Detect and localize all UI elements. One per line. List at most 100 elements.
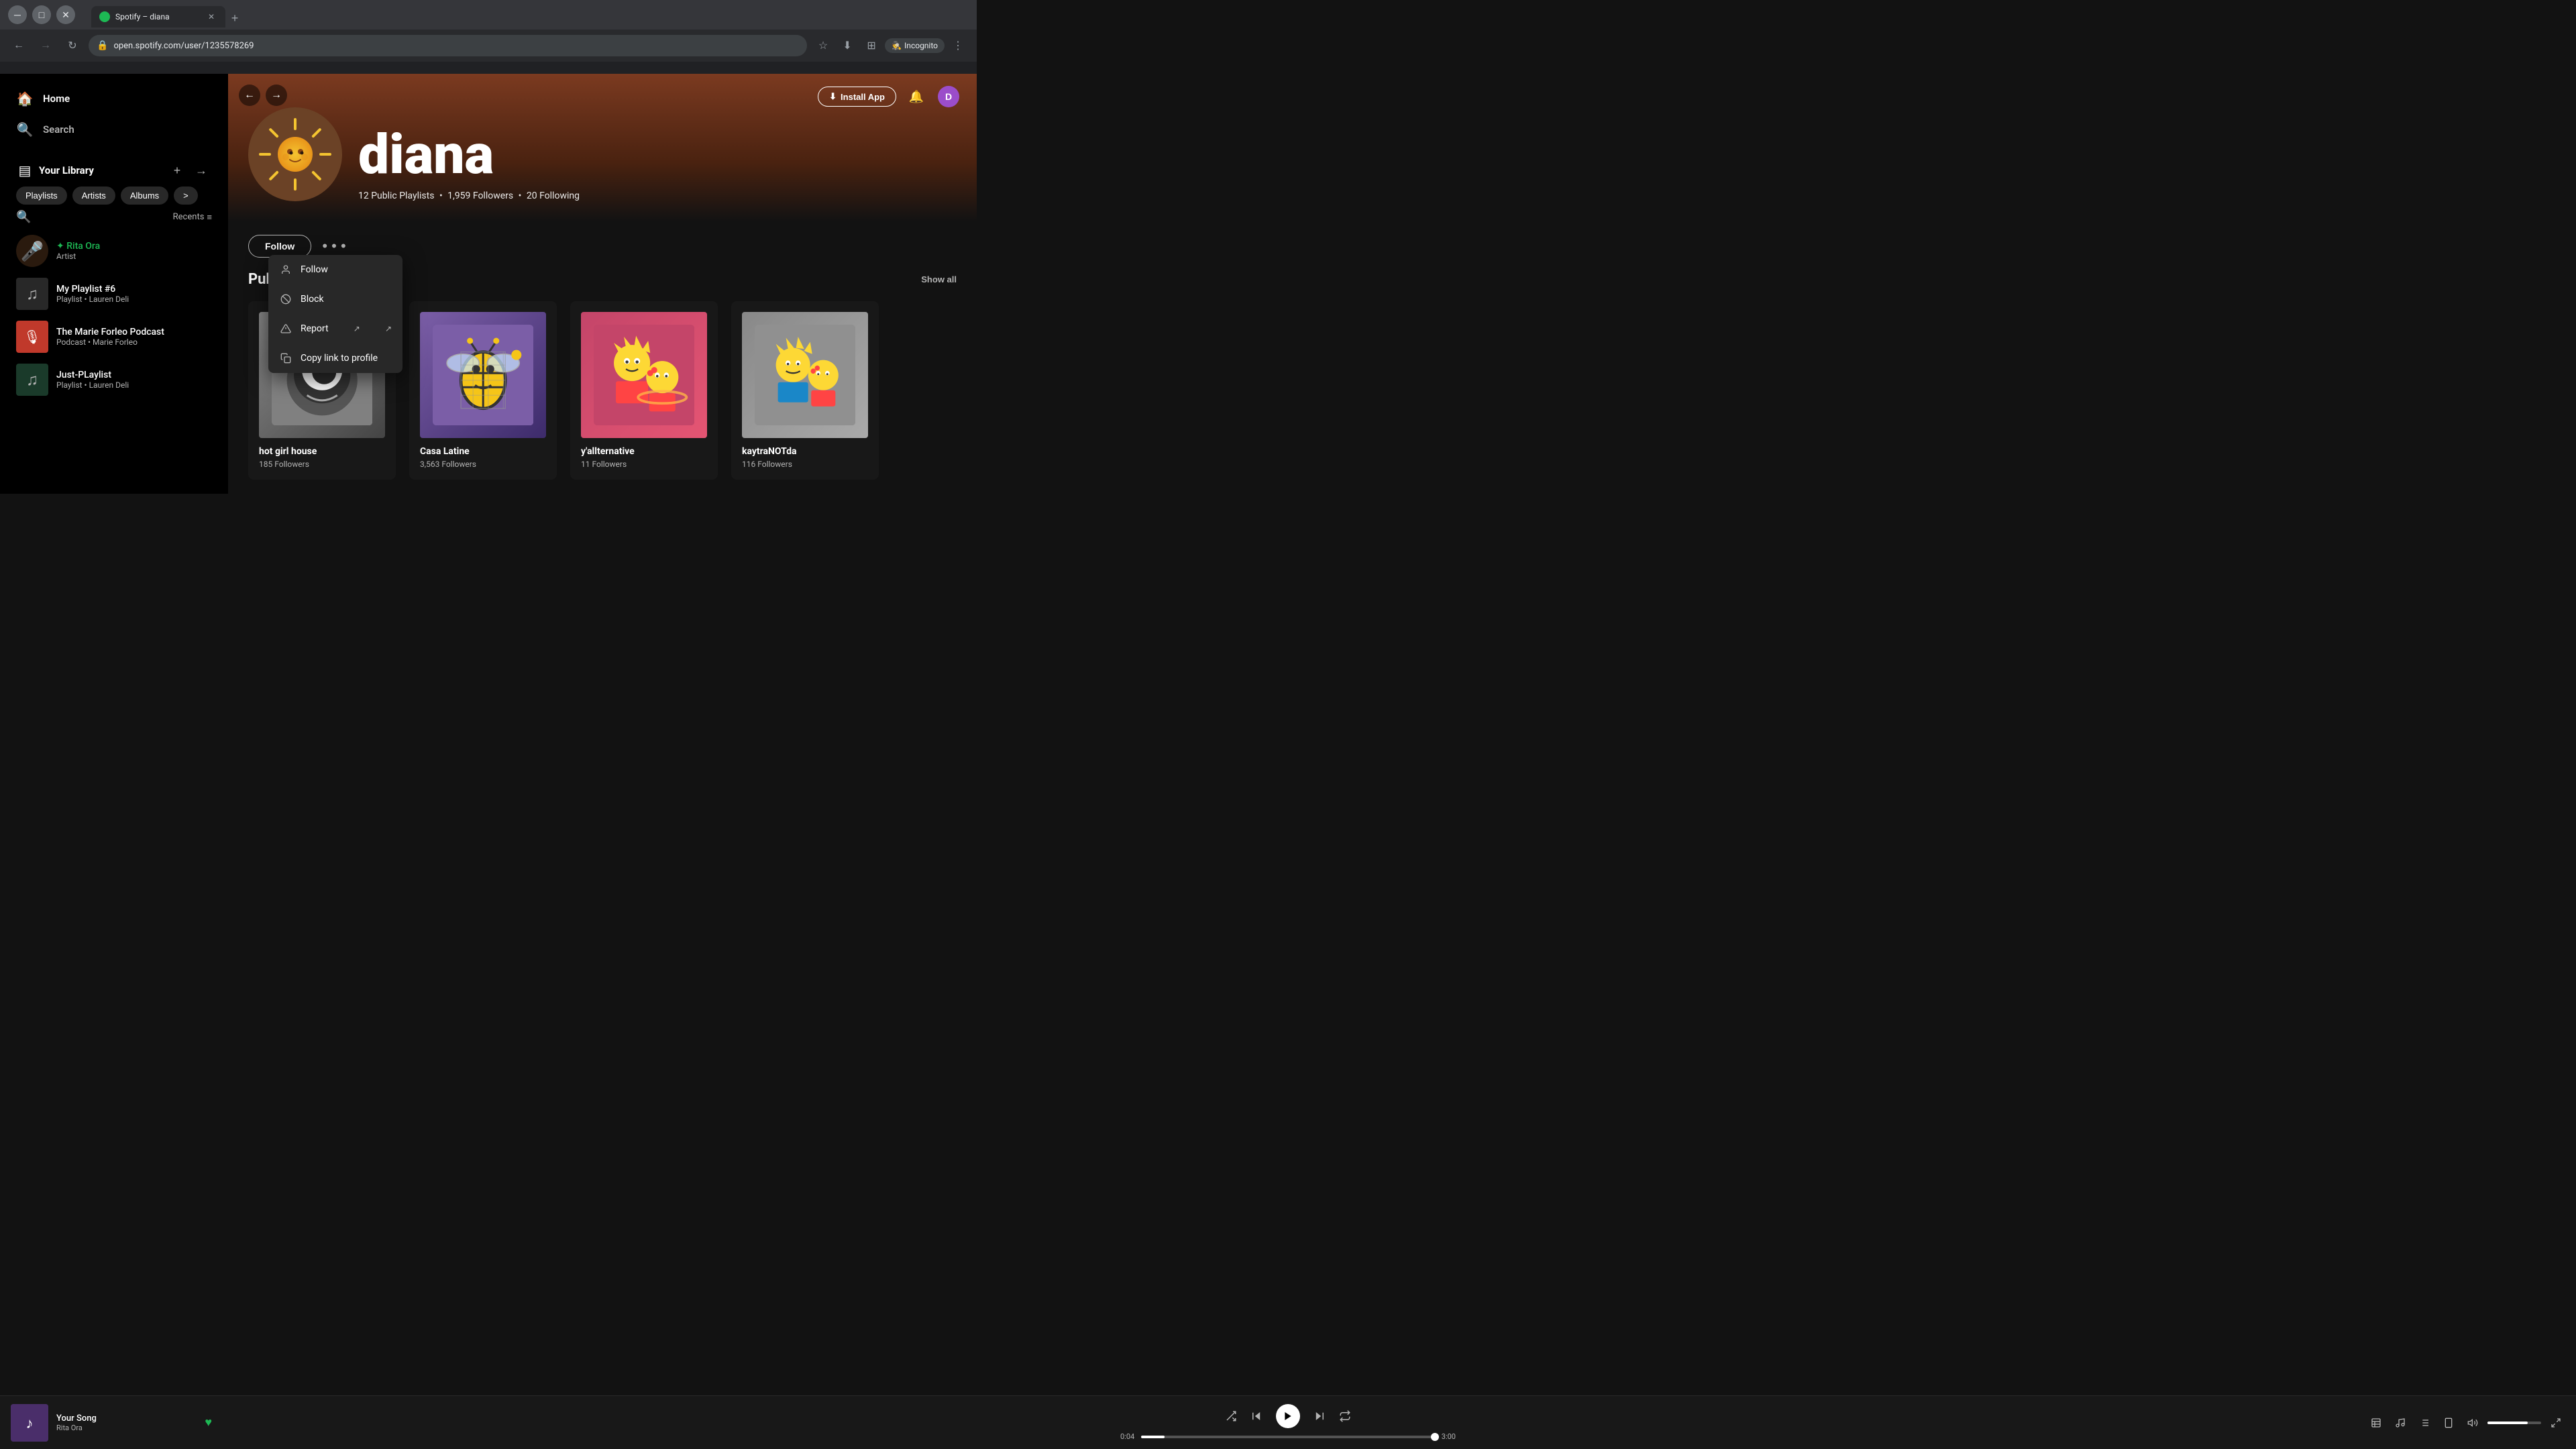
filter-artists-pill[interactable]: Artists <box>72 186 115 205</box>
player-center: 0:04 3:00 <box>212 1404 2364 1441</box>
tab-close-button[interactable]: ✕ <box>205 11 217 23</box>
now-playing-icon <box>2419 1417 2430 1428</box>
connect-device-button[interactable] <box>2439 1413 2458 1432</box>
follow-icon <box>279 263 292 276</box>
progress-bar[interactable] <box>1141 1436 1435 1438</box>
playlist-followers: 11 Followers <box>581 460 707 469</box>
repeat-icon <box>1339 1410 1351 1422</box>
header-forward-button[interactable]: → <box>266 85 287 106</box>
shuffle-button[interactable] <box>1225 1410 1237 1422</box>
more-options-button[interactable]: • • • <box>322 237 345 255</box>
download-button[interactable]: ⬇ <box>837 35 858 56</box>
volume-button[interactable] <box>2463 1413 2482 1432</box>
top-bar: ⬇ Install App 🔔 D <box>818 85 961 109</box>
sidebar: 🏠 Home 🔍 Search ▤ Your Library + → P <box>0 74 228 494</box>
play-pause-button[interactable] <box>1276 1404 1300 1428</box>
library-item-thumb: ♫ <box>16 278 48 310</box>
library-item[interactable]: ♫ My Playlist #6 Playlist • Lauren Deli <box>8 272 220 315</box>
playlist-card[interactable]: Casa Latine 3,563 Followers <box>409 301 557 480</box>
library-item[interactable]: 🎙 The Marie Forleo Podcast Podcast • Mar… <box>8 315 220 358</box>
like-button[interactable]: ♥ <box>205 1415 212 1430</box>
show-all-button[interactable]: Show all <box>921 274 957 284</box>
verified-icon: ✦ <box>56 241 66 252</box>
filter-pills: Playlists Artists Albums > <box>8 186 220 210</box>
playlist-name: hot girl house <box>259 446 385 457</box>
library-add-button[interactable]: + <box>166 160 188 181</box>
context-copy-link-label: Copy link to profile <box>301 353 378 364</box>
profile-name: diana <box>358 127 957 182</box>
playlist-card[interactable]: kaytraNOTda 116 Followers <box>731 301 879 480</box>
header-back-button[interactable]: ← <box>239 85 260 106</box>
lyrics-button[interactable] <box>2391 1413 2410 1432</box>
profile-actions: Follow • • • Follow <box>228 221 977 271</box>
previous-button[interactable] <box>1250 1410 1263 1422</box>
artist-avatar-icon: 🎤 <box>21 240 44 262</box>
install-app-button[interactable]: ⬇ Install App <box>818 87 896 107</box>
url-text: open.spotify.com/user/1235578269 <box>113 41 799 51</box>
recents-sort[interactable]: Recents ≡ <box>173 212 212 223</box>
address-bar[interactable]: 🔒 open.spotify.com/user/1235578269 <box>89 35 807 56</box>
user-menu-button[interactable]: D <box>936 85 961 109</box>
sidebar-library: ▤ Your Library + → Playlists Artists Alb… <box>0 154 228 494</box>
library-item[interactable]: ♫ Just-PLaylist Playlist • Lauren Deli <box>8 358 220 401</box>
next-icon <box>1313 1410 1326 1422</box>
filter-playlists-pill[interactable]: Playlists <box>16 186 67 205</box>
header-nav-buttons: ← → <box>239 85 287 106</box>
maximize-button[interactable]: □ <box>32 5 51 24</box>
library-title-area[interactable]: ▤ Your Library <box>16 162 161 179</box>
close-window-button[interactable]: ✕ <box>56 5 75 24</box>
context-block-label: Block <box>301 294 324 305</box>
library-item-thumb: 🎙 <box>16 321 48 353</box>
filter-more-pill[interactable]: > <box>174 186 198 205</box>
repeat-button[interactable] <box>1339 1410 1351 1422</box>
main-content: ← → ⬇ Install App 🔔 D <box>228 74 977 494</box>
context-menu-report[interactable]: Report ↗ <box>268 314 402 343</box>
playlist-card[interactable]: y'allternative 11 Followers <box>570 301 718 480</box>
playlist-name: Casa Latine <box>420 446 546 457</box>
library-search-icon: 🔍 <box>16 210 31 224</box>
library-actions: + → <box>166 160 212 181</box>
context-menu-copy-link[interactable]: Copy link to profile <box>268 343 402 373</box>
bookmark-button[interactable]: ☆ <box>812 35 834 56</box>
context-menu-follow[interactable]: Follow <box>268 255 402 284</box>
back-button[interactable]: ← <box>8 35 30 56</box>
library-item[interactable]: 🎤 ✦ Rita Ora Artist <box>8 229 220 272</box>
next-button[interactable] <box>1313 1410 1326 1422</box>
reload-button[interactable]: ↻ <box>62 35 83 56</box>
follow-button[interactable]: Follow <box>248 235 311 258</box>
now-playing-button[interactable] <box>2415 1413 2434 1432</box>
tab-bar: Spotify – diana ✕ + <box>86 2 250 28</box>
playlist-thumbnail <box>420 312 546 438</box>
svg-text:♪: ♪ <box>26 1415 34 1432</box>
sidebar-item-home[interactable]: 🏠 Home <box>8 85 220 113</box>
library-item-info: My Playlist #6 Playlist • Lauren Deli <box>56 284 212 304</box>
profile-stats: 12 Public Playlists • 1,959 Followers • … <box>358 191 957 201</box>
bell-icon: 🔔 <box>909 90 924 104</box>
forward-button[interactable]: → <box>35 35 56 56</box>
filter-albums-pill[interactable]: Albums <box>121 186 168 205</box>
notifications-button[interactable]: 🔔 <box>904 85 928 109</box>
player-left: ♪ Your Song Rita Ora ♥ <box>11 1404 212 1442</box>
new-tab-button[interactable]: + <box>225 9 244 28</box>
volume-bar[interactable] <box>2487 1421 2541 1424</box>
playlist-icon: ♫ <box>26 284 38 304</box>
split-screen-button[interactable]: ⊞ <box>861 35 882 56</box>
volume-icon <box>2467 1417 2478 1428</box>
playlist-thumbnail <box>581 312 707 438</box>
install-app-label: Install App <box>841 92 885 102</box>
player-thumb-image: ♪ <box>11 1404 48 1442</box>
copy-link-icon <box>279 352 292 365</box>
active-tab[interactable]: Spotify – diana ✕ <box>91 6 225 28</box>
library-item-info: ✦ Rita Ora Artist <box>56 241 212 261</box>
fullscreen-button[interactable] <box>2546 1413 2565 1432</box>
queue-button[interactable] <box>2367 1413 2385 1432</box>
context-menu-block[interactable]: Block <box>268 284 402 314</box>
minimize-button[interactable]: ─ <box>8 5 27 24</box>
library-icon: ▤ <box>16 162 34 179</box>
library-expand-button[interactable]: → <box>191 160 212 181</box>
sidebar-item-search[interactable]: 🔍 Search <box>8 115 220 144</box>
block-icon <box>279 292 292 306</box>
playlist-thumb-image <box>755 325 855 425</box>
browser-chrome: ─ □ ✕ Spotify – diana ✕ + ← → ↻ 🔒 open.s… <box>0 0 977 74</box>
more-button[interactable]: ⋮ <box>947 35 969 56</box>
